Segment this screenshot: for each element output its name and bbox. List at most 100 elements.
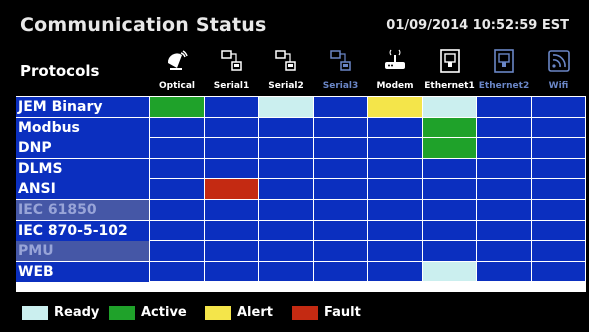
status-cell bbox=[150, 158, 204, 179]
protocols-column-header: Protocols bbox=[20, 62, 100, 80]
ethernet-jack-icon bbox=[492, 49, 516, 73]
status-cell bbox=[150, 220, 204, 241]
status-cell bbox=[531, 200, 585, 220]
status-cell bbox=[204, 138, 258, 158]
status-cell bbox=[531, 117, 585, 138]
status-cell bbox=[531, 138, 585, 158]
protocol-row: IEC 870-5-102 bbox=[16, 220, 586, 241]
status-cell bbox=[368, 200, 422, 220]
status-cell bbox=[368, 179, 422, 199]
protocol-name: JEM Binary bbox=[16, 97, 149, 117]
status-cell bbox=[204, 158, 258, 179]
status-cell bbox=[422, 179, 476, 199]
status-cell bbox=[368, 117, 422, 138]
status-cell bbox=[477, 117, 531, 138]
status-cell bbox=[313, 158, 367, 179]
status-cell-fault bbox=[204, 179, 258, 199]
status-cell bbox=[150, 138, 204, 158]
status-cell bbox=[204, 97, 258, 117]
legend-label-ready: Ready bbox=[54, 305, 100, 320]
status-cell bbox=[531, 179, 585, 199]
protocol-row: DNP bbox=[16, 138, 586, 159]
status-cell-active bbox=[150, 97, 204, 117]
status-cell bbox=[368, 220, 422, 241]
status-cell bbox=[422, 241, 476, 261]
legend-swatch-alert bbox=[205, 306, 231, 320]
status-cell-active bbox=[422, 117, 476, 138]
port-column-wifi: Wifi bbox=[532, 45, 586, 95]
status-cell bbox=[531, 241, 585, 261]
status-cell bbox=[204, 220, 258, 241]
status-cell bbox=[150, 117, 204, 138]
serial-port-icon bbox=[274, 49, 298, 73]
ethernet-jack-icon bbox=[438, 49, 462, 73]
status-cell bbox=[422, 158, 476, 179]
status-cell-ready bbox=[259, 97, 313, 117]
status-cell bbox=[313, 220, 367, 241]
port-column-ethernet2: Ethernet2 bbox=[477, 45, 531, 95]
status-cell-active bbox=[422, 138, 476, 158]
status-cell bbox=[259, 117, 313, 138]
status-cell bbox=[531, 220, 585, 241]
protocol-name: Modbus bbox=[16, 117, 149, 138]
status-cell bbox=[531, 261, 585, 282]
status-cell bbox=[477, 179, 531, 199]
protocol-row: JEM Binary bbox=[16, 97, 586, 117]
protocol-name: WEB bbox=[16, 261, 149, 282]
status-cell bbox=[150, 241, 204, 261]
status-cell bbox=[259, 158, 313, 179]
modem-icon bbox=[383, 49, 407, 73]
status-cell bbox=[368, 241, 422, 261]
status-cell bbox=[259, 261, 313, 282]
status-cell bbox=[531, 97, 585, 117]
legend-label-alert: Alert bbox=[237, 305, 273, 320]
status-cell bbox=[422, 220, 476, 241]
protocol-name: IEC 61850 bbox=[16, 200, 149, 220]
status-cell bbox=[422, 200, 476, 220]
port-column-serial2: Serial2 bbox=[259, 45, 313, 95]
status-cell bbox=[477, 138, 531, 158]
wifi-icon bbox=[547, 49, 571, 73]
protocol-name: ANSI bbox=[16, 179, 149, 200]
status-grid: JEM Binary Modbus DNP DLMS ANSI IEC 61850 IEC … bbox=[16, 96, 586, 292]
status-cell bbox=[368, 138, 422, 158]
port-column-ethernet1: Ethernet1 bbox=[423, 45, 477, 95]
status-cell bbox=[368, 158, 422, 179]
status-cell bbox=[259, 179, 313, 199]
status-cell-ready bbox=[422, 97, 476, 117]
status-cell bbox=[313, 200, 367, 220]
status-cell bbox=[313, 138, 367, 158]
status-cell bbox=[313, 261, 367, 282]
port-column-serial3: Serial3 bbox=[314, 45, 368, 95]
port-column-modem: Modem bbox=[368, 45, 422, 95]
status-cell bbox=[204, 117, 258, 138]
port-label: Ethernet1 bbox=[424, 81, 475, 91]
port-label: Wifi bbox=[548, 81, 569, 91]
port-label: Serial1 bbox=[213, 81, 250, 91]
status-cell bbox=[531, 158, 585, 179]
protocol-row: ANSI bbox=[16, 179, 586, 200]
status-cell bbox=[477, 97, 531, 117]
status-cell bbox=[477, 200, 531, 220]
legend-swatch-active bbox=[109, 306, 135, 320]
protocol-row: Modbus bbox=[16, 117, 586, 138]
status-cell bbox=[313, 241, 367, 261]
status-cell bbox=[313, 179, 367, 199]
legend-label-fault: Fault bbox=[324, 305, 361, 320]
status-cell-alert bbox=[368, 97, 422, 117]
port-label: Optical bbox=[159, 81, 195, 91]
serial-port-icon bbox=[329, 49, 353, 73]
protocol-name: IEC 870-5-102 bbox=[16, 220, 149, 241]
port-column-optical: Optical bbox=[150, 45, 204, 95]
protocol-row: IEC 61850 bbox=[16, 200, 586, 220]
serial-port-icon bbox=[220, 49, 244, 73]
port-label: Ethernet2 bbox=[478, 81, 530, 91]
status-cell bbox=[150, 200, 204, 220]
status-cell bbox=[259, 241, 313, 261]
status-cell bbox=[368, 261, 422, 282]
status-cell bbox=[259, 200, 313, 220]
status-cell bbox=[477, 158, 531, 179]
status-cell bbox=[204, 200, 258, 220]
protocol-name: DLMS bbox=[16, 158, 149, 179]
status-cell bbox=[204, 261, 258, 282]
